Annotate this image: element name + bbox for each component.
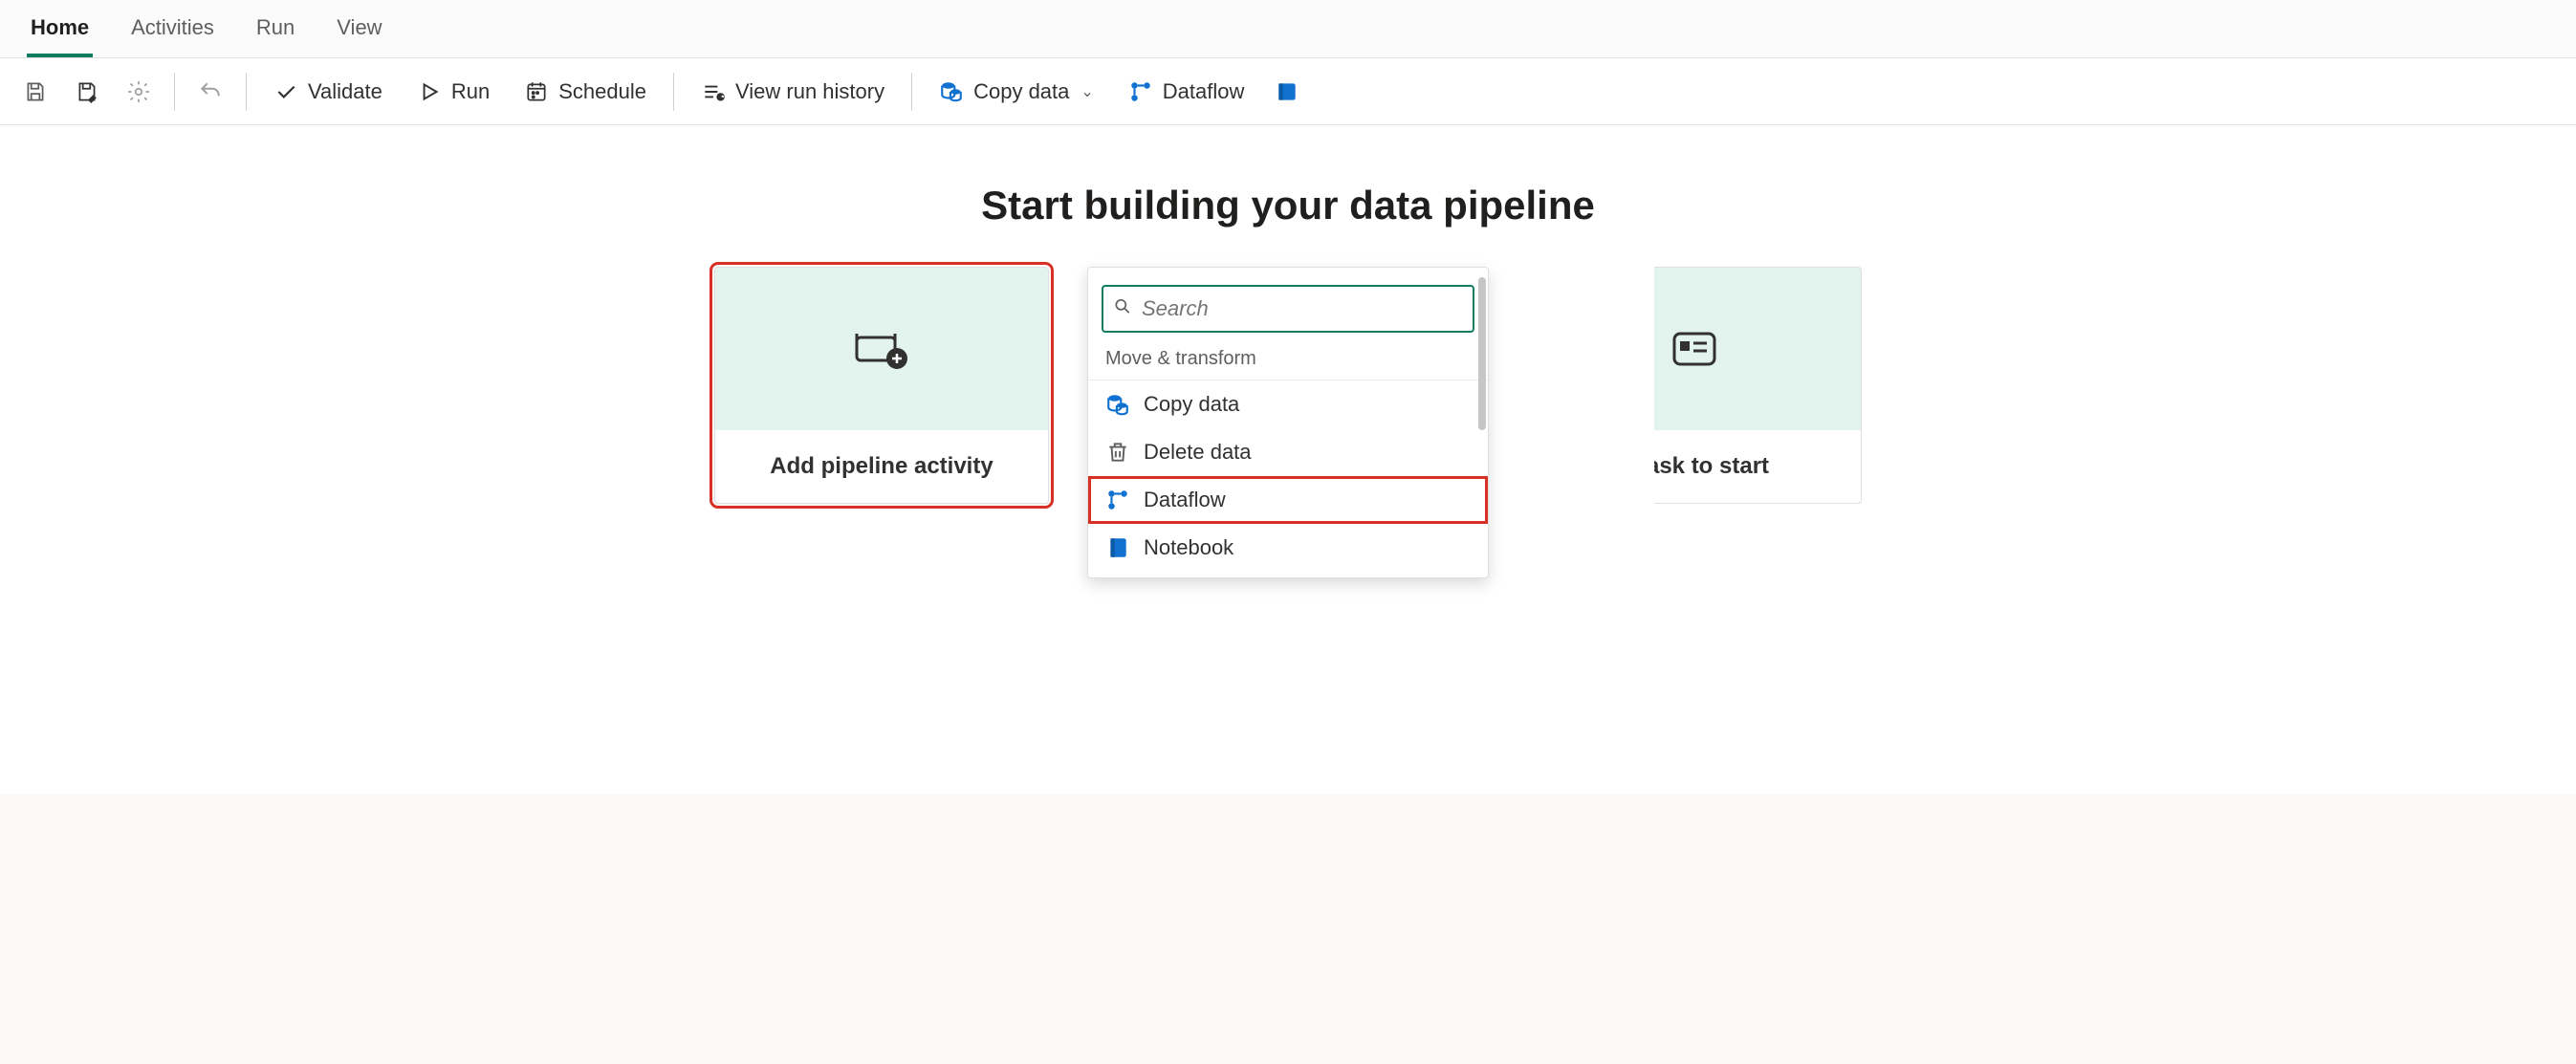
save-as-button[interactable] (65, 74, 109, 110)
view-run-history-label: View run history (735, 79, 884, 104)
search-input[interactable] (1102, 285, 1474, 333)
tab-view[interactable]: View (333, 0, 385, 57)
ribbon-separator (911, 73, 912, 111)
validate-label: Validate (308, 79, 382, 104)
save-icon (23, 79, 48, 104)
more-button[interactable] (1265, 74, 1309, 110)
dropdown-item-delete-data[interactable]: Delete data (1088, 428, 1488, 476)
card-illustration (1528, 268, 1861, 430)
tab-run[interactable]: Run (252, 0, 298, 57)
check-icon (273, 79, 298, 104)
card-illustration (715, 268, 1048, 430)
view-run-history-button[interactable]: View run history (688, 74, 898, 110)
page-title: Start building your data pipeline (38, 183, 2538, 228)
dropdown-item-label: Delete data (1144, 440, 1252, 465)
schedule-button[interactable]: Schedule (511, 74, 660, 110)
chevron-down-icon: ⌄ (1081, 82, 1093, 101)
notebook-icon (1105, 535, 1130, 560)
dropdown-item-label: Copy data (1144, 392, 1239, 417)
dropdown-group-label: Move & transform (1088, 340, 1488, 380)
search-icon (1113, 297, 1132, 321)
canvas: Start building your data pipeline Add pi… (0, 125, 2576, 794)
trash-icon (1105, 440, 1130, 465)
film-icon (1275, 79, 1299, 104)
gear-icon (126, 79, 151, 104)
copy-data-icon (939, 79, 964, 104)
pipeline-activity-icon (853, 328, 910, 370)
dataflow-icon (1105, 488, 1130, 512)
dropdown-item-dataflow[interactable]: Dataflow (1088, 476, 1488, 524)
run-label: Run (451, 79, 490, 104)
run-button[interactable]: Run (404, 74, 503, 110)
calendar-icon (524, 79, 549, 104)
dataflow-icon (1128, 79, 1153, 104)
copy-data-icon (1105, 392, 1130, 417)
activity-dropdown: Move & transform Copy data Delete data D… (1087, 267, 1489, 578)
schedule-label: Schedule (558, 79, 646, 104)
play-icon (417, 79, 442, 104)
card-title: a task to start (1528, 430, 1861, 503)
dropdown-item-label: Notebook (1144, 535, 1233, 560)
save-as-icon (75, 79, 99, 104)
ribbon-separator (673, 73, 674, 111)
ribbon: Validate Run Schedule View run history C… (0, 58, 2576, 125)
dropdown-item-label: Dataflow (1144, 488, 1226, 512)
task-icon (1670, 328, 1718, 370)
tab-activities[interactable]: Activities (127, 0, 218, 57)
dataflow-button[interactable]: Dataflow (1115, 74, 1258, 110)
history-icon (701, 79, 726, 104)
ribbon-separator (174, 73, 175, 111)
ribbon-tabs: Home Activities Run View (0, 0, 2576, 58)
ribbon-separator (246, 73, 247, 111)
add-pipeline-activity-card[interactable]: Add pipeline activity (714, 267, 1049, 504)
dropdown-item-notebook[interactable]: Notebook (1088, 524, 1488, 572)
scrollbar-thumb[interactable] (1478, 277, 1486, 430)
card-title: Add pipeline activity (715, 430, 1048, 503)
copy-data-button[interactable]: Copy data ⌄ (926, 74, 1107, 110)
settings-button[interactable] (117, 74, 161, 110)
save-button[interactable] (13, 74, 57, 110)
undo-button[interactable] (188, 74, 232, 110)
copy-data-label: Copy data (973, 79, 1069, 104)
choose-task-card[interactable]: a task to start (1527, 267, 1862, 504)
dropdown-item-copy-data[interactable]: Copy data (1088, 380, 1488, 428)
undo-icon (198, 79, 223, 104)
dataflow-label: Dataflow (1163, 79, 1245, 104)
tab-home[interactable]: Home (27, 0, 93, 57)
validate-button[interactable]: Validate (260, 74, 396, 110)
